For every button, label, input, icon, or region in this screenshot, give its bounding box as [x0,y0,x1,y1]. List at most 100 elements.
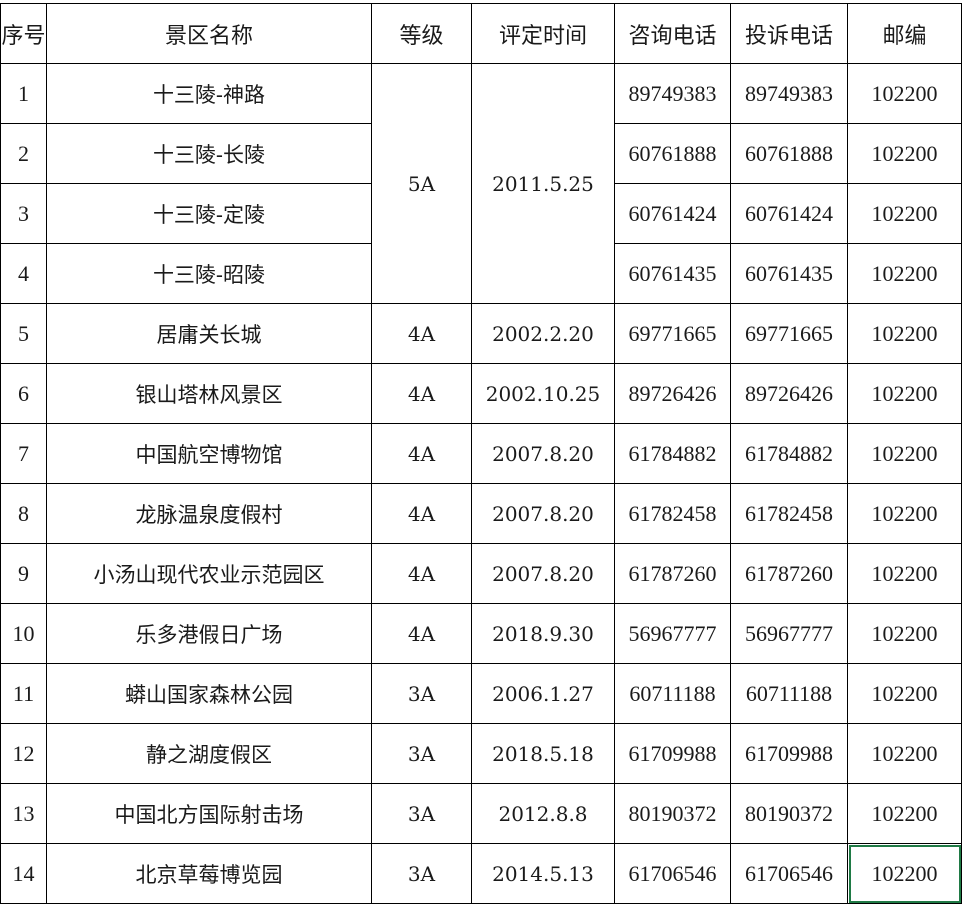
cell-grade[interactable]: 4A [371,543,472,604]
cell-name[interactable]: 静之湖度假区 [46,723,372,784]
cell-no[interactable]: 2 [0,123,47,184]
cell-name[interactable]: 十三陵-长陵 [46,123,372,184]
cell-name[interactable]: 蟒山国家森林公园 [46,663,372,724]
cell-grade[interactable]: 4A [371,483,472,544]
header-name[interactable]: 景区名称 [46,3,372,64]
cell-grade[interactable]: 4A [371,303,472,364]
cell-complaint-phone[interactable]: 89749383 [730,63,848,124]
cell-zip[interactable]: 102200 [847,543,962,604]
cell-no[interactable]: 14 [0,843,47,904]
cell-no[interactable]: 9 [0,543,47,604]
header-grade[interactable]: 等级 [371,3,472,64]
cell-consult-phone[interactable]: 61787260 [614,543,731,604]
cell-grade[interactable]: 3A [371,663,472,724]
cell-no[interactable]: 3 [0,183,47,244]
cell-grade-merged[interactable]: 5A [371,63,472,304]
cell-zip[interactable]: 102200 [847,783,962,844]
cell-date[interactable]: 2007.8.20 [471,483,615,544]
cell-complaint-phone[interactable]: 61787260 [730,543,848,604]
cell-name[interactable]: 十三陵-昭陵 [46,243,372,304]
cell-complaint-phone[interactable]: 80190372 [730,783,848,844]
cell-name[interactable]: 中国航空博物馆 [46,423,372,484]
cell-name[interactable]: 十三陵-定陵 [46,183,372,244]
cell-consult-phone[interactable]: 60761888 [614,123,731,184]
cell-no[interactable]: 4 [0,243,47,304]
cell-name[interactable]: 中国北方国际射击场 [46,783,372,844]
cell-consult-phone[interactable]: 61706546 [614,843,731,904]
cell-grade[interactable]: 4A [371,363,472,424]
cell-consult-phone[interactable]: 61782458 [614,483,731,544]
cell-date[interactable]: 2014.5.13 [471,843,615,904]
cell-grade[interactable]: 3A [371,843,472,904]
cell-complaint-phone[interactable]: 60761888 [730,123,848,184]
table-row: 5 居庸关长城 4A 2002.2.20 69771665 69771665 1… [0,303,962,364]
cell-grade[interactable]: 3A [371,783,472,844]
cell-zip[interactable]: 102200 [847,483,962,544]
cell-zip[interactable]: 102200 [847,603,962,664]
cell-name[interactable]: 乐多港假日广场 [46,603,372,664]
cell-complaint-phone[interactable]: 60711188 [730,663,848,724]
cell-no[interactable]: 13 [0,783,47,844]
cell-no[interactable]: 7 [0,423,47,484]
cell-complaint-phone[interactable]: 89726426 [730,363,848,424]
cell-no[interactable]: 6 [0,363,47,424]
cell-no[interactable]: 1 [0,63,47,124]
header-consult-phone[interactable]: 咨询电话 [614,3,731,64]
cell-zip[interactable]: 102200 [847,363,962,424]
cell-consult-phone[interactable]: 89726426 [614,363,731,424]
cell-zip[interactable]: 102200 [847,63,962,124]
cell-name[interactable]: 银山塔林风景区 [46,363,372,424]
cell-date[interactable]: 2007.8.20 [471,423,615,484]
cell-no[interactable]: 11 [0,663,47,724]
cell-date[interactable]: 2007.8.20 [471,543,615,604]
cell-zip[interactable]: 102200 [847,423,962,484]
cell-no[interactable]: 10 [0,603,47,664]
cell-zip[interactable]: 102200 [847,123,962,184]
cell-complaint-phone[interactable]: 61706546 [730,843,848,904]
cell-complaint-phone[interactable]: 60761435 [730,243,848,304]
cell-zip[interactable]: 102200 [847,303,962,364]
cell-zip-selected[interactable]: 102200 [847,843,962,904]
cell-date[interactable]: 2002.2.20 [471,303,615,364]
cell-complaint-phone[interactable]: 69771665 [730,303,848,364]
cell-complaint-phone[interactable]: 61782458 [730,483,848,544]
cell-grade[interactable]: 4A [371,423,472,484]
header-complaint-phone[interactable]: 投诉电话 [730,3,848,64]
cell-name[interactable]: 十三陵-神路 [46,63,372,124]
cell-consult-phone[interactable]: 69771665 [614,303,731,364]
cell-name[interactable]: 北京草莓博览园 [46,843,372,904]
cell-date[interactable]: 2018.9.30 [471,603,615,664]
cell-name[interactable]: 居庸关长城 [46,303,372,364]
cell-complaint-phone[interactable]: 61784882 [730,423,848,484]
cell-name[interactable]: 龙脉温泉度假村 [46,483,372,544]
cell-complaint-phone[interactable]: 60761424 [730,183,848,244]
cell-zip[interactable]: 102200 [847,243,962,304]
cell-date[interactable]: 2006.1.27 [471,663,615,724]
cell-grade[interactable]: 4A [371,603,472,664]
cell-date-merged[interactable]: 2011.5.25 [471,63,615,304]
cell-consult-phone[interactable]: 60711188 [614,663,731,724]
header-date[interactable]: 评定时间 [471,3,615,64]
cell-consult-phone[interactable]: 60761424 [614,183,731,244]
cell-consult-phone[interactable]: 60761435 [614,243,731,304]
cell-date[interactable]: 2012.8.8 [471,783,615,844]
cell-no[interactable]: 8 [0,483,47,544]
cell-consult-phone[interactable]: 61709988 [614,723,731,784]
header-no[interactable]: 序号 [0,3,47,64]
cell-date[interactable]: 2018.5.18 [471,723,615,784]
cell-zip[interactable]: 102200 [847,663,962,724]
cell-consult-phone[interactable]: 89749383 [614,63,731,124]
cell-zip[interactable]: 102200 [847,723,962,784]
cell-name[interactable]: 小汤山现代农业示范园区 [46,543,372,604]
cell-zip[interactable]: 102200 [847,183,962,244]
cell-consult-phone[interactable]: 80190372 [614,783,731,844]
cell-no[interactable]: 12 [0,723,47,784]
cell-date[interactable]: 2002.10.25 [471,363,615,424]
header-zip[interactable]: 邮编 [847,3,962,64]
cell-complaint-phone[interactable]: 61709988 [730,723,848,784]
cell-consult-phone[interactable]: 61784882 [614,423,731,484]
cell-complaint-phone[interactable]: 56967777 [730,603,848,664]
cell-consult-phone[interactable]: 56967777 [614,603,731,664]
cell-no[interactable]: 5 [0,303,47,364]
cell-grade[interactable]: 3A [371,723,472,784]
